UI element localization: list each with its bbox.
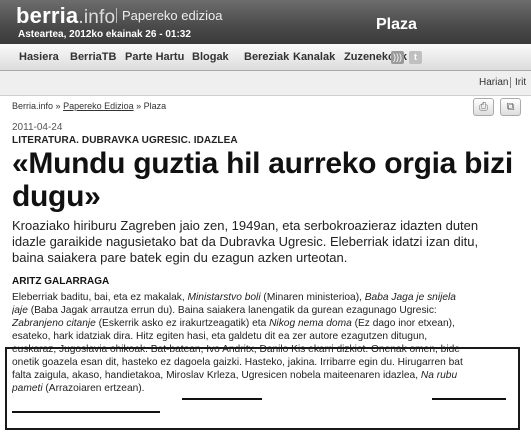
- logo-suffix: .info: [78, 7, 116, 28]
- twitter-icon[interactable]: t: [409, 51, 422, 64]
- share-icon[interactable]: ⧉: [500, 98, 521, 116]
- underline-mark: [432, 398, 506, 400]
- nav-item-hasiera[interactable]: Hasiera: [19, 51, 59, 63]
- body-text-run: esateko, hark idatziak dira. Hitz egiten…: [12, 331, 428, 342]
- italic-title: Nikog nema doma: [269, 318, 352, 329]
- main-nav: Hasiera BerriaTB Parte Hartu Blogak Bere…: [0, 44, 531, 71]
- body-text-run: (Eskerrik asko ez irakurtzeagatik) eta: [95, 318, 270, 329]
- nav-item-parte-hartu[interactable]: Parte Hartu: [125, 51, 184, 63]
- nav-item-blogak[interactable]: Blogak: [192, 51, 229, 63]
- breadcrumb: Berria.info » Papereko Edizioa » Plaza: [12, 101, 166, 111]
- article-date: 2011-04-24: [12, 122, 63, 133]
- nav-item-berriatb[interactable]: BerriaTB: [70, 51, 116, 63]
- util-link-harian[interactable]: Harian: [479, 77, 508, 88]
- util-divider: [510, 77, 511, 88]
- breadcrumb-separator: »: [55, 101, 61, 111]
- body-text-run: (Ez dago inor etxean),: [351, 318, 455, 329]
- underline-mark: [12, 411, 160, 413]
- site-logo[interactable]: berria.info: [16, 3, 115, 29]
- edition-label: Papereko edizioa: [122, 8, 223, 23]
- rss-icon[interactable]: ))): [391, 51, 404, 64]
- body-line: Eleberriak baditu, bai, eta ez makalak, …: [12, 291, 517, 304]
- breadcrumb-edition[interactable]: Papereko Edizioa: [63, 101, 134, 111]
- nav-item-bereziak[interactable]: Bereziak: [244, 51, 289, 63]
- dateline: Asteartea, 2012ko ekainak 26 - 01:32: [18, 29, 191, 40]
- body-line: jaje (Baba Jagak arrautza errun du). Bai…: [12, 304, 517, 317]
- breadcrumb-separator: »: [136, 101, 142, 111]
- breadcrumb-section: Plaza: [143, 101, 167, 111]
- site-header: berria.info Papereko edizioa Asteartea, …: [0, 0, 531, 44]
- body-line: esateko, hark idatziak dira. Hitz egiten…: [12, 330, 517, 343]
- print-icon[interactable]: ⎙: [473, 98, 494, 116]
- underline-mark: [182, 398, 262, 400]
- section-title: Plaza: [376, 16, 417, 33]
- logo-divider: [116, 8, 117, 23]
- italic-title: Ministarstvo boli: [187, 292, 261, 303]
- article-kicker: LITERATURA. DUBRAVKA UGRESIC. IDAZLEA: [12, 135, 238, 146]
- utility-bar: Harian Irit: [0, 71, 531, 96]
- nav-item-kanalak[interactable]: Kanalak: [293, 51, 335, 63]
- breadcrumb-home[interactable]: Berria.info: [12, 101, 53, 111]
- highlight-box: [5, 347, 520, 430]
- body-text-run: (Minaren ministerioa),: [260, 292, 365, 303]
- article-lead: Kroaziako hiriburu Zagreben jaio zen, 19…: [12, 218, 479, 265]
- article-author: ARITZ GALARRAGA: [12, 276, 110, 287]
- body-text-run: Eleberriak baditu, bai, eta ez makalak,: [12, 292, 188, 303]
- util-link-irit[interactable]: Irit: [515, 77, 526, 88]
- body-text-run: (Baba Jagak arrautza errun du). Baina sa…: [27, 305, 437, 316]
- italic-title: jaje: [12, 305, 28, 316]
- italic-title: Baba Jaga je snijela: [364, 292, 456, 303]
- italic-title: Zabranjeno citanje: [12, 318, 96, 329]
- body-line: Zabranjeno citanje (Eskerrik asko ez ira…: [12, 317, 517, 330]
- article-headline: «Mundu guztia hil aurreko orgia bizi dug…: [12, 147, 513, 213]
